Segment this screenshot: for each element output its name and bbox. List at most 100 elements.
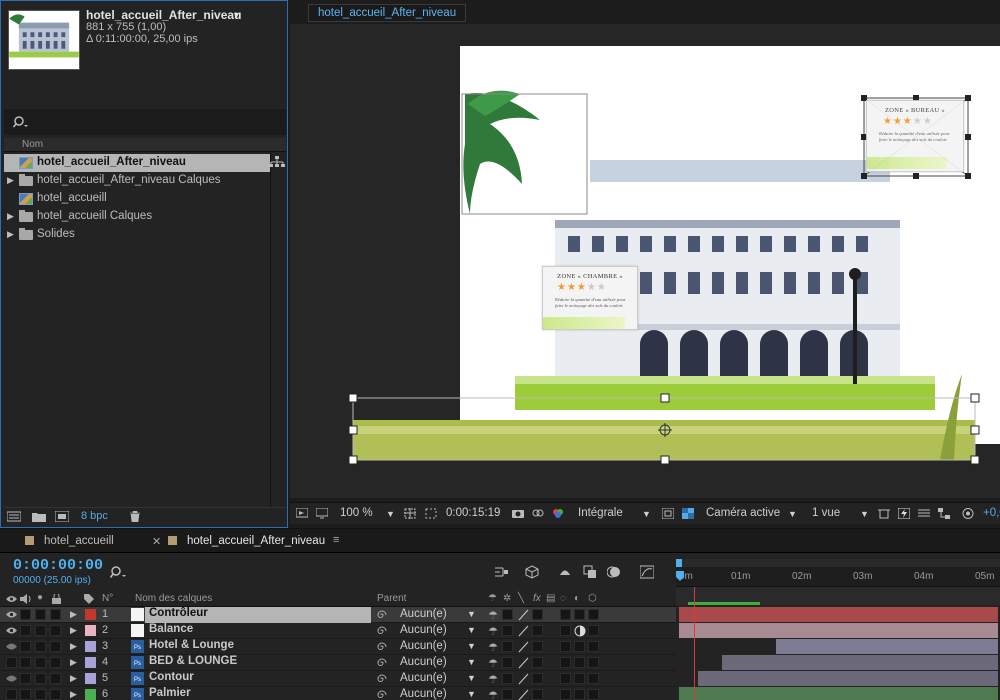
expand-triangle-icon[interactable]: ▶ <box>7 229 14 240</box>
audio-toggle[interactable] <box>20 657 31 668</box>
lock-toggle[interactable] <box>50 657 61 668</box>
tab-composition[interactable]: hotel_accueil_After_niveau <box>308 4 467 22</box>
solo-toggle[interactable] <box>35 641 46 652</box>
preview-region-icon[interactable] <box>296 508 308 519</box>
work-area-start-handle[interactable] <box>676 559 682 567</box>
exposure-value[interactable]: +0,0 <box>983 507 1000 519</box>
motion-blur-switch[interactable] <box>560 657 571 668</box>
parent-caret-icon[interactable]: ▼ <box>467 689 476 699</box>
solo-toggle[interactable] <box>35 689 46 700</box>
shy-switch-icon[interactable]: ☂ <box>488 641 500 654</box>
audio-toggle[interactable] <box>20 689 31 700</box>
bit-depth-button[interactable]: 8 bpc <box>81 510 108 522</box>
interpret-footage-icon[interactable] <box>7 511 21 522</box>
time-ruler[interactable] <box>676 567 1000 587</box>
motion-blur-switch[interactable] <box>560 609 571 620</box>
project-item[interactable]: ▶ Solides <box>4 226 270 244</box>
parent-caret-icon[interactable]: ▼ <box>467 609 476 619</box>
solo-toggle[interactable] <box>35 609 46 620</box>
quality-switch-icon[interactable] <box>517 657 529 669</box>
show-snapshot-icon[interactable] <box>532 508 544 519</box>
resolution-caret-icon[interactable]: ▼ <box>642 509 651 519</box>
layer-name[interactable]: Palmier <box>149 687 191 699</box>
audio-icon[interactable] <box>20 594 32 604</box>
layer-row[interactable]: ▶ 6 Ps Palmier Aucun(e) ▼ ☂ <box>0 687 676 700</box>
collapse-switch[interactable] <box>502 673 513 684</box>
frame-blending-icon[interactable] <box>583 565 597 579</box>
expand-layer-icon[interactable]: ▶ <box>70 689 77 700</box>
reset-exposure-icon[interactable] <box>962 508 974 519</box>
zoom-caret-icon[interactable]: ▼ <box>386 509 395 519</box>
monitor-icon[interactable] <box>316 508 328 519</box>
parent-select[interactable]: Aucun(e) <box>400 624 447 636</box>
3d-layer-switch[interactable] <box>588 625 599 636</box>
quality-switch-icon[interactable] <box>517 625 529 637</box>
lock-icon[interactable] <box>52 594 61 604</box>
parent-caret-icon[interactable]: ▼ <box>467 673 476 683</box>
safe-zones-icon[interactable] <box>425 508 437 519</box>
lock-toggle[interactable] <box>50 625 61 636</box>
layer-duration-bar[interactable] <box>679 607 998 622</box>
layer-name[interactable]: Contour <box>149 671 194 683</box>
layer-duration-bar[interactable] <box>722 655 998 670</box>
adjustment-switch[interactable] <box>574 609 585 620</box>
pick-whip-icon[interactable] <box>376 609 388 621</box>
layer-label-color[interactable] <box>85 673 96 684</box>
motion-blur-switch[interactable] <box>560 625 571 636</box>
shy-switch-icon[interactable]: ☂ <box>488 689 500 700</box>
composition-canvas[interactable] <box>290 24 1000 498</box>
transparency-grid-icon[interactable] <box>682 508 694 519</box>
graph-editor-icon[interactable] <box>640 565 654 579</box>
parent-select[interactable]: Aucun(e) <box>400 656 447 668</box>
close-tab-icon[interactable]: ✕ <box>152 535 161 548</box>
expand-layer-icon[interactable]: ▶ <box>70 673 77 684</box>
layer-row[interactable]: ▶ 1 Contrôleur Aucun(e) ▼ ☂ <box>0 607 676 623</box>
pick-whip-icon[interactable] <box>376 657 388 669</box>
shy-switch-icon[interactable]: ☂ <box>488 657 500 670</box>
shy-switch-icon[interactable]: ☂ <box>488 673 500 686</box>
layer-duration-bar[interactable] <box>776 639 998 654</box>
effects-switch[interactable] <box>532 641 543 652</box>
fast-previews-icon[interactable] <box>898 508 910 519</box>
adjustment-layer-icon[interactable] <box>574 625 586 637</box>
column-layer-name-label[interactable]: Nom des calques <box>135 593 212 604</box>
solo-toggle[interactable] <box>35 657 46 668</box>
adjustment-switch[interactable] <box>574 657 585 668</box>
camera-caret-icon[interactable]: ▼ <box>788 509 797 519</box>
effects-switch[interactable] <box>532 625 543 636</box>
3d-layer-switch[interactable] <box>588 673 599 684</box>
tab-menu-icon[interactable]: ≡ <box>333 534 339 546</box>
work-area-bar[interactable] <box>676 559 1000 567</box>
3d-layer-switch[interactable] <box>588 609 599 620</box>
project-item[interactable]: hotel_accueill <box>4 190 270 208</box>
timeline-graph[interactable]: 0m 01m 02m 03m 04m 05m <box>676 559 1000 700</box>
expand-layer-icon[interactable]: ▶ <box>70 657 77 668</box>
snapshot-icon[interactable] <box>512 508 524 519</box>
layer-name[interactable]: Contrôleur <box>149 607 208 619</box>
audio-toggle[interactable] <box>20 673 31 684</box>
layer-duration-bar[interactable] <box>679 623 998 638</box>
project-item[interactable]: ▶ hotel_accueil_After_niveau Calques <box>4 172 270 190</box>
quality-switch-icon[interactable] <box>517 641 529 653</box>
shy-switch-icon[interactable]: ☂ <box>488 609 500 622</box>
layer-label-color[interactable] <box>85 641 96 652</box>
views-select[interactable]: 1 vue <box>812 507 840 519</box>
audio-toggle[interactable] <box>20 625 31 636</box>
current-time-indicator[interactable] <box>694 587 695 700</box>
lock-toggle[interactable] <box>50 673 61 684</box>
playhead-marker-icon[interactable] <box>676 571 684 581</box>
effects-switch[interactable] <box>532 673 543 684</box>
pick-whip-icon[interactable] <box>376 625 388 637</box>
draft-3d-icon[interactable] <box>525 565 539 579</box>
parent-select[interactable]: Aucun(e) <box>400 688 447 700</box>
zone-bureau-card[interactable]: ZONE « BUREAU » ★★★★★ Réduire la quantit… <box>866 100 964 172</box>
layer-label-color[interactable] <box>85 625 96 636</box>
comp-mini-flowchart-icon[interactable] <box>494 565 508 579</box>
parent-select[interactable]: Aucun(e) <box>400 608 447 620</box>
layer-label-color[interactable] <box>85 657 96 668</box>
layer-duration-bar[interactable] <box>698 671 998 686</box>
layer-row[interactable]: ▶ 5 Ps Contour Aucun(e) ▼ ☂ <box>0 671 676 687</box>
layer-row[interactable]: ▶ 3 Ps Hotel & Lounge Aucun(e) ▼ ☂ <box>0 639 676 655</box>
flowchart-icon[interactable] <box>269 156 285 168</box>
new-folder-icon[interactable] <box>32 511 46 522</box>
